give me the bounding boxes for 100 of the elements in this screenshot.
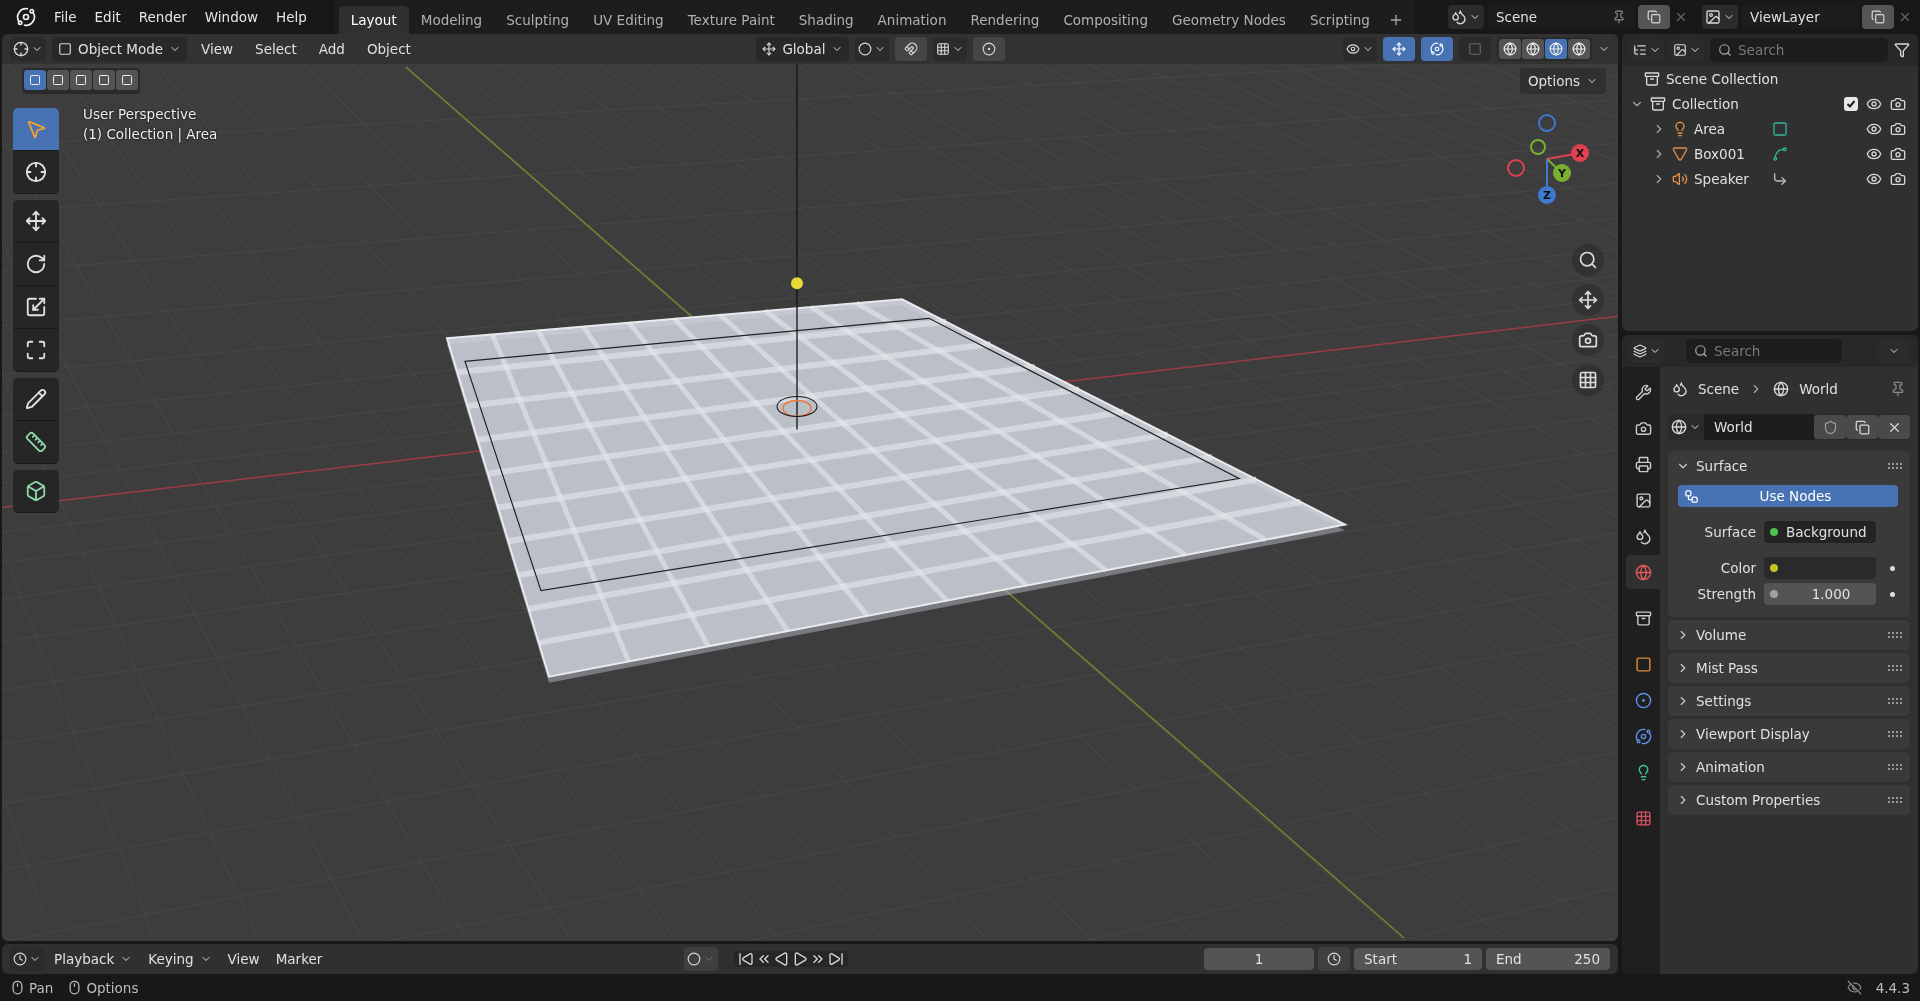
world-name-field[interactable]: World [1704,414,1814,440]
menu-item[interactable]: Keying [142,947,218,971]
menu-item[interactable]: View [221,947,266,971]
shading-mode-button[interactable] [1499,39,1521,59]
new-view-layer-button[interactable] [1862,5,1894,29]
proportional-edit-button[interactable] [973,37,1006,61]
menu-item[interactable]: Help [268,5,315,29]
options-button[interactable]: Options [1519,68,1606,94]
workspace-tab[interactable]: Scripting [1297,6,1382,34]
panel-header[interactable]: Mist Pass [1668,653,1910,683]
workspace-tab[interactable]: Animation [865,6,959,34]
mode-dropdown[interactable]: Object Mode [52,37,188,61]
tool-button[interactable] [13,421,59,464]
overlays-toggle-button[interactable] [1421,37,1453,61]
search-icon [1694,344,1708,358]
tool-button[interactable] [13,200,59,243]
panel-header[interactable]: Volume [1668,620,1910,650]
selection-square-icon [75,74,87,86]
view-layer-selector-button[interactable] [1702,5,1738,29]
menu-item[interactable]: Edit [86,5,129,29]
selection-mode-button[interactable] [47,70,69,90]
menu-item[interactable]: Playback [48,947,139,971]
selection-mode-button[interactable] [24,70,46,90]
tool-button[interactable] [13,286,59,329]
number-field[interactable]: 1.000 [1764,583,1876,605]
visibility-button[interactable] [1343,37,1377,61]
selection-mode-button[interactable] [116,70,138,90]
fake-user-button[interactable] [1814,415,1846,439]
menu-item[interactable]: Window [196,5,267,29]
camera-view-button[interactable] [1572,324,1604,356]
menu-item[interactable]: Marker [269,947,329,971]
collection-icon [1644,70,1660,87]
menu-item[interactable]: Add [310,38,353,60]
use-nodes-button[interactable]: Use Nodes [1678,485,1898,507]
zoom-button[interactable] [1572,244,1604,276]
menu-item[interactable]: View [193,38,242,60]
tree-row[interactable]: Speaker [1622,166,1918,191]
new-scene-button[interactable] [1638,5,1670,29]
workspace-tab[interactable]: Sculpting [494,6,582,34]
menu-item[interactable]: Object [358,38,419,60]
editor-type-button[interactable] [10,947,44,971]
panel-header[interactable]: Viewport Display [1668,719,1910,749]
workspace-tab[interactable]: Compositing [1051,6,1160,34]
tool-button[interactable] [13,329,59,372]
record-button[interactable] [684,947,719,971]
current-frame-field[interactable]: 1 [1204,948,1314,970]
workspace-tab[interactable]: Geometry Nodes [1160,6,1298,34]
tool-button[interactable] [13,151,59,194]
preview-range-button[interactable] [1318,947,1350,971]
snap-button[interactable] [895,37,928,61]
panel-title: Surface [1696,458,1748,474]
tool-button[interactable] [13,470,59,513]
tool-button[interactable] [13,378,59,421]
shader-link-field[interactable]: Background [1764,521,1876,543]
workspace-tab[interactable]: Texture Paint [675,6,787,34]
navigation-gizmo[interactable]: X Y Z [1492,104,1602,214]
panel-header[interactable]: Settings [1668,686,1910,716]
search-field[interactable]: Search [1710,38,1888,62]
end-frame-field[interactable]: End 250 [1486,948,1610,970]
scene-name-field[interactable]: Scene [1488,5,1634,29]
keyframe-dot[interactable] [1889,565,1895,571]
keyframe-dot[interactable] [1889,591,1895,597]
panel-header[interactable]: Animation [1668,752,1910,782]
unlink-button[interactable] [1878,415,1910,439]
field-label: Color [1719,560,1756,576]
start-frame-field[interactable]: Start 1 [1354,948,1482,970]
workspace-tab[interactable]: Modeling [408,6,495,34]
editor-type-button[interactable] [10,37,46,61]
pivot-icon [858,42,873,56]
workspace-tab[interactable]: Layout [338,6,409,34]
scene-selector-button[interactable] [1448,5,1484,29]
tree-row[interactable]: Collection [1622,91,1918,116]
selection-mode-button[interactable] [93,70,115,90]
snap-target-button[interactable] [933,37,968,61]
menu-item[interactable]: Select [247,38,305,60]
shading-mode-button[interactable] [1545,39,1567,59]
selection-mode-button[interactable] [70,70,92,90]
menu-item[interactable]: File [46,5,85,29]
shading-mode-button[interactable] [1522,39,1544,59]
workspace-tab[interactable]: Shading [786,6,866,34]
color-field[interactable] [1764,557,1876,579]
target-icon [1634,691,1652,709]
orientation-dropdown[interactable]: Global [756,37,850,61]
tool-button[interactable] [13,108,59,151]
tree-row[interactable]: Box001 [1622,141,1918,166]
workspace-tab[interactable]: UV Editing [581,6,676,34]
pan-button[interactable] [1572,284,1604,316]
gizmo-toggle-button[interactable] [1383,37,1415,61]
view-layer-name-field[interactable]: ViewLayer [1742,5,1858,29]
ortho-toggle-button[interactable] [1572,364,1604,396]
panel-header[interactable]: Custom Properties [1668,785,1910,815]
shading-mode-button[interactable] [1568,39,1590,59]
workspace-tab[interactable]: Rendering [958,6,1052,34]
pivot-button[interactable] [855,37,890,61]
panel-header[interactable]: Surface [1668,451,1910,481]
checkbox[interactable] [1844,96,1858,111]
search-field[interactable]: Search [1686,339,1842,363]
tool-button[interactable] [13,243,59,286]
menu-item[interactable]: Render [130,5,195,29]
tree-row[interactable]: Area [1622,116,1918,141]
